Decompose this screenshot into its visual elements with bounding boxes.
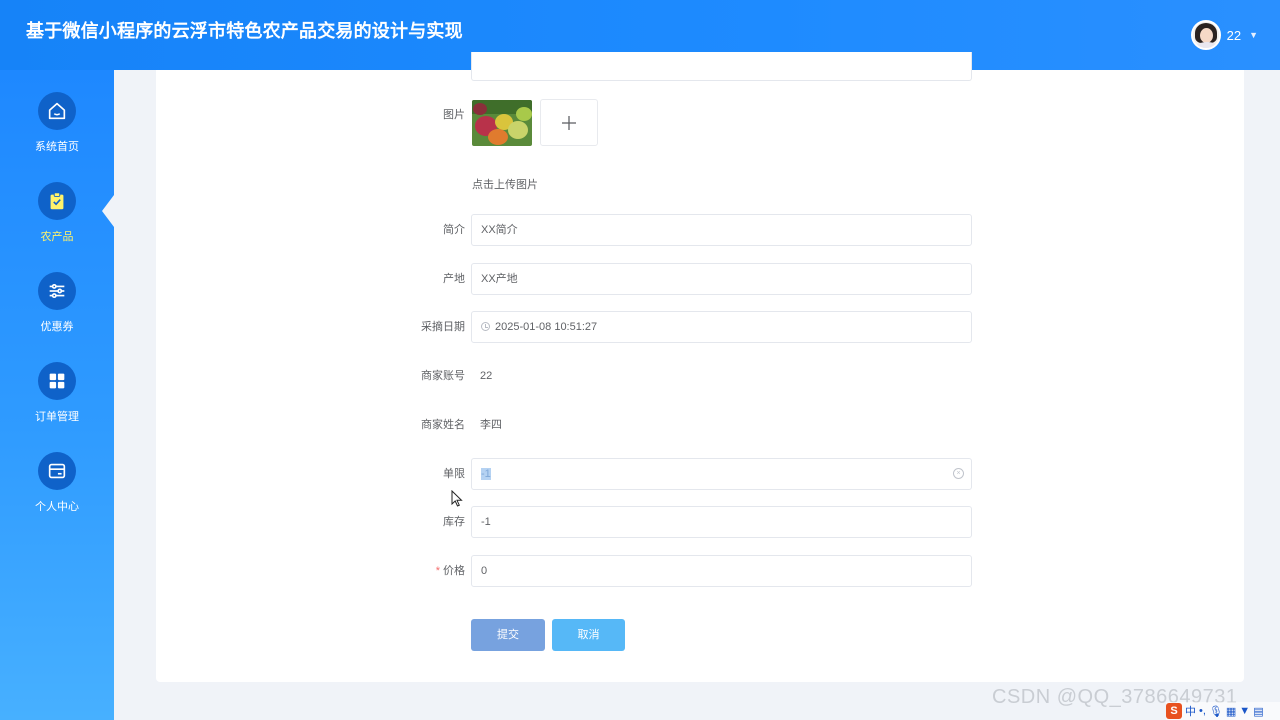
sidebar-item-products[interactable]: 农产品: [0, 182, 114, 262]
merchant-account-value: 22: [480, 370, 493, 382]
form-row-limit: 单限 -1 ×: [156, 458, 1244, 490]
pick-date-label: 采摘日期: [421, 321, 465, 333]
sidebar-item-label: 优惠券: [40, 321, 74, 333]
ime-punct-icon[interactable]: •,: [1199, 705, 1206, 717]
form-panel: 图片 点击上传图片 简介 XX简介 产地 XX产地 采摘日期 2025-01-0…: [156, 52, 1244, 682]
form-row-origin: 产地 XX产地: [156, 263, 1244, 295]
merchant-name-value: 李四: [480, 419, 502, 431]
caret-down-icon[interactable]: ▼: [1249, 30, 1258, 40]
sidebar: 系统首页 农产品 优惠券 订单管理 个人中心: [0, 70, 114, 720]
form-row-intro: 简介 XX简介: [156, 214, 1244, 246]
pick-date-value: 2025-01-08 10:51:27: [495, 321, 598, 333]
submit-button[interactable]: 提交: [471, 619, 545, 651]
upload-image-button[interactable]: [540, 99, 598, 146]
microphone-icon[interactable]: 🎙: [1209, 705, 1223, 718]
intro-label: 简介: [443, 224, 465, 236]
upload-tip: 点击上传图片: [472, 179, 538, 191]
stock-input[interactable]: -1: [471, 506, 972, 538]
clipboard-check-icon: [38, 182, 76, 220]
form-row-stock: 库存 -1: [156, 506, 1244, 538]
card-icon: [38, 452, 76, 490]
pick-date-picker[interactable]: 2025-01-08 10:51:27: [471, 311, 972, 343]
home-icon: [38, 92, 76, 130]
active-indicator: [102, 195, 114, 227]
sidebar-item-label: 系统首页: [35, 141, 79, 153]
form-row-image: 图片: [156, 99, 1244, 131]
image-label: 图片: [443, 109, 465, 121]
sidebar-item-label: 农产品: [40, 231, 74, 243]
form-row-price: * 价格 0: [156, 555, 1244, 587]
shirt-icon[interactable]: ▼: [1239, 705, 1250, 717]
price-label-text: 价格: [443, 565, 465, 577]
sidebar-item-home[interactable]: 系统首页: [0, 92, 114, 172]
limit-input[interactable]: -1 ×: [471, 458, 972, 490]
product-image-thumbnail[interactable]: [472, 100, 532, 146]
sidebar-item-profile[interactable]: 个人中心: [0, 452, 114, 532]
cut-off-field[interactable]: [471, 52, 972, 81]
stock-label: 库存: [443, 516, 465, 528]
ime-toolbar[interactable]: S 中 •, 🎙 ▦ ▼ ▤: [1166, 702, 1280, 720]
required-mark: *: [435, 565, 440, 577]
app-title: 基于微信小程序的云浮市特色农产品交易的设计与实现: [26, 21, 463, 41]
clear-icon[interactable]: ×: [953, 468, 964, 479]
sliders-icon: [38, 272, 76, 310]
form-row-pick-date: 采摘日期 2025-01-08 10:51:27: [156, 311, 1244, 343]
origin-label: 产地: [443, 273, 465, 285]
ime-language[interactable]: 中: [1185, 703, 1196, 719]
user-menu[interactable]: 22 ▼: [1190, 18, 1258, 52]
sidebar-item-orders[interactable]: 订单管理: [0, 362, 114, 442]
user-avatar[interactable]: [1190, 20, 1221, 50]
price-label: * 价格: [436, 555, 465, 587]
merchant-name-label: 商家姓名: [421, 419, 465, 431]
limit-value: -1: [481, 468, 491, 480]
price-input[interactable]: 0: [471, 555, 972, 587]
merchant-account-label: 商家账号: [421, 370, 465, 382]
form-row-merchant-account: 商家账号 22: [156, 360, 1244, 392]
sidebar-item-label: 订单管理: [35, 411, 79, 423]
mouse-cursor-icon: [451, 490, 463, 507]
clock-icon: [481, 322, 490, 331]
intro-input[interactable]: XX简介: [471, 214, 972, 246]
form-row-merchant-name: 商家姓名 李四: [156, 409, 1244, 441]
user-name[interactable]: 22: [1227, 28, 1241, 43]
sidebar-item-coupons[interactable]: 优惠券: [0, 272, 114, 352]
plus-icon: [562, 115, 576, 130]
origin-input[interactable]: XX产地: [471, 263, 972, 295]
limit-label: 单限: [443, 468, 465, 480]
sidebar-item-label: 个人中心: [35, 501, 79, 513]
toolbox-icon[interactable]: ▤: [1253, 705, 1263, 718]
keyboard-icon[interactable]: ▦: [1226, 705, 1236, 718]
cancel-button[interactable]: 取消: [552, 619, 625, 651]
ime-logo-icon: S: [1166, 703, 1182, 719]
grid-icon: [38, 362, 76, 400]
